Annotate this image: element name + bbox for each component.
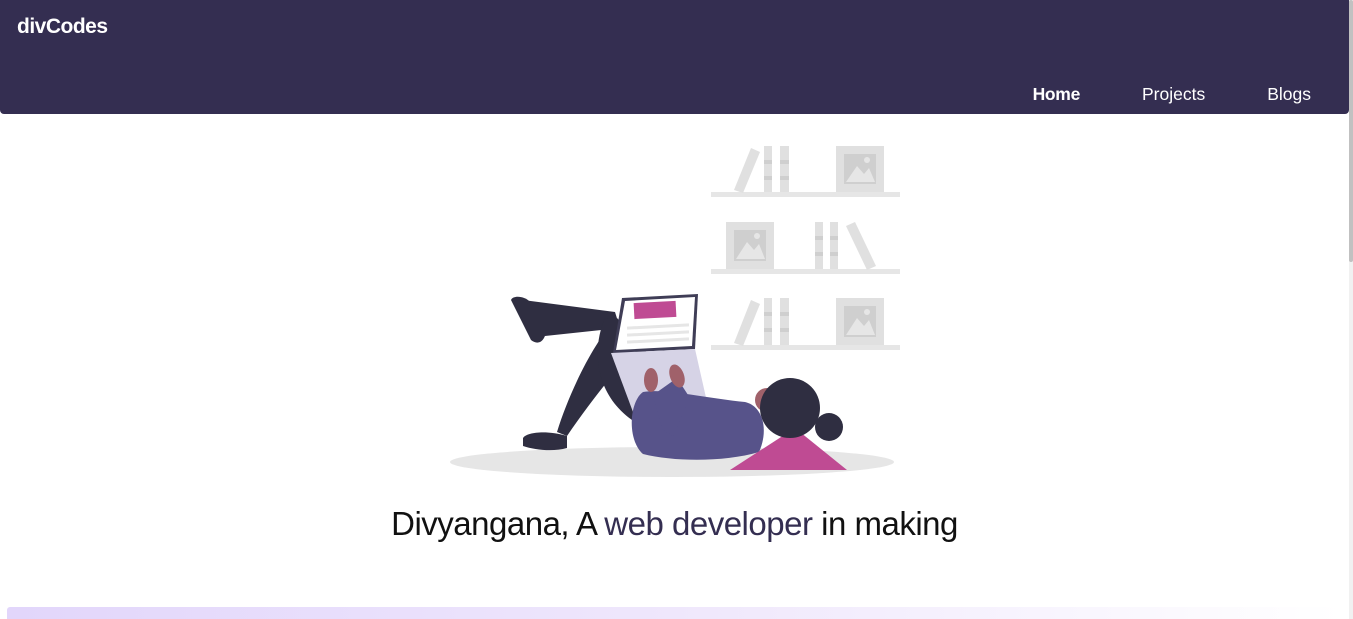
hair-bun [815, 413, 843, 441]
book [764, 298, 772, 345]
hand [644, 368, 658, 392]
scrollbar[interactable] [1349, 0, 1353, 619]
hero-title-accent: web developer [604, 505, 813, 542]
book [780, 298, 789, 345]
navbar: divCodes Home Projects Blogs [0, 0, 1349, 114]
next-section-card [7, 607, 1342, 619]
book-leaning [734, 148, 760, 193]
brand-logo[interactable]: divCodes [17, 15, 108, 39]
book [815, 222, 823, 269]
bookshelf [711, 146, 900, 350]
nav-home-link[interactable]: Home [1033, 82, 1081, 106]
book [764, 146, 772, 192]
book-leaning [734, 300, 760, 346]
hero-title-suffix: in making [812, 505, 958, 542]
person [511, 294, 847, 470]
nav-links: Home Projects Blogs [1033, 82, 1349, 106]
nav-blogs-link[interactable]: Blogs [1267, 82, 1311, 106]
book [780, 146, 789, 192]
head [760, 378, 820, 438]
page: divCodes Home Projects Blogs Divyangana,… [0, 0, 1353, 619]
torso [631, 391, 764, 460]
lower-shoe [523, 432, 567, 451]
laptop-screen-accent [633, 300, 677, 320]
nav-projects-link[interactable]: Projects [1142, 82, 1205, 106]
shelf-middle [711, 269, 900, 274]
shelf-bottom [711, 345, 900, 350]
book [830, 222, 838, 269]
book-leaning [846, 222, 876, 270]
hero-title-prefix: Divyangana, A [391, 505, 605, 542]
hero-title: Divyangana, A web developer in making [0, 502, 1349, 546]
shelf-top [711, 192, 900, 197]
hero-illustration [450, 146, 900, 477]
scrollbar-thumb[interactable] [1349, 0, 1353, 262]
